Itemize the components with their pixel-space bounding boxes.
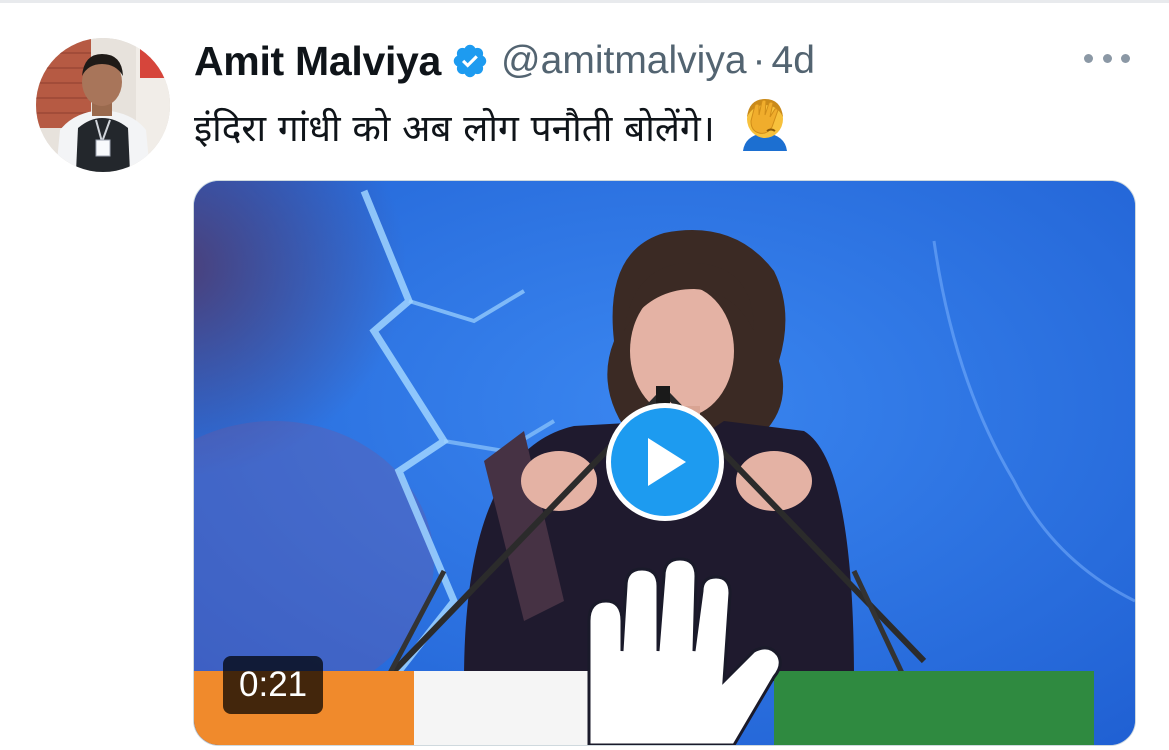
avatar-photo (36, 38, 170, 172)
video-duration: 0:21 (239, 665, 308, 704)
play-icon (648, 438, 686, 486)
video-duration-badge: 0:21 (223, 656, 324, 714)
tweet-timestamp[interactable]: 4d (772, 39, 815, 83)
avatar[interactable] (36, 38, 170, 172)
tweet-text-content: इंदिरा गांधी को अब लोग पनौती बोलेंगे। (194, 107, 715, 150)
face-palm-emoji-icon (737, 95, 793, 151)
play-button[interactable] (606, 403, 724, 521)
author-name[interactable]: Amit Malviya (194, 38, 441, 85)
tweet-card[interactable]: Amit Malviya @amitmalviya · 4d इंदिरा गा… (0, 0, 1169, 750)
tweet-text: इंदिरा गांधी को अब लोग पनौती बोलेंगे। (194, 95, 793, 159)
more-dot (1102, 53, 1112, 63)
verified-badge-icon (451, 42, 489, 80)
more-options-icon[interactable] (1084, 48, 1130, 68)
more-dot (1121, 53, 1130, 63)
author-handle[interactable]: @amitmalviya (501, 39, 746, 83)
separator-dot: · (752, 39, 766, 82)
video-player[interactable]: 0:21 (193, 180, 1136, 746)
more-dot (1084, 53, 1093, 63)
tweet-header: Amit Malviya @amitmalviya · 4d (194, 36, 815, 86)
